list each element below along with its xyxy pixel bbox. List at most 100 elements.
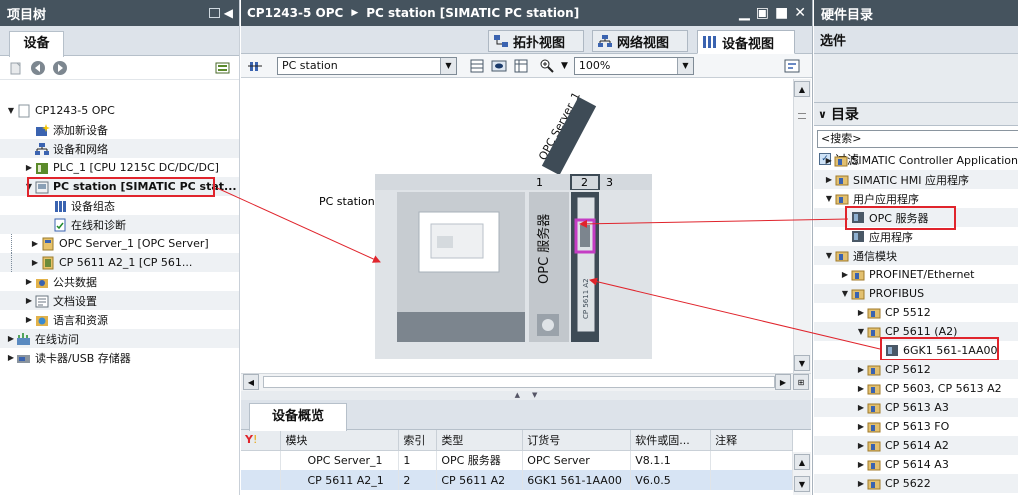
tree-item-plc[interactable]: ▶ PLC_1 [CPU 1215C DC/DC/DC]	[0, 158, 239, 177]
scroll-up-icon[interactable]: ▲	[794, 81, 810, 97]
chevron-down-icon[interactable]: ∨	[818, 108, 827, 121]
export-icon[interactable]	[784, 58, 800, 74]
expand-arrow-icon[interactable]: ▶	[856, 384, 866, 393]
expand-arrow-icon[interactable]: ▶	[24, 277, 34, 286]
grid-settings-icon[interactable]	[469, 58, 485, 74]
expand-arrow-icon[interactable]: ▶	[24, 163, 34, 172]
column-firmware[interactable]: 软件或固...	[630, 430, 712, 451]
tree-item-project[interactable]: ▼ CP1243-5 OPC	[0, 101, 239, 120]
scroll-thumb[interactable]	[263, 376, 775, 388]
scroll-left-icon[interactable]: ◀	[243, 374, 259, 390]
zoom-icon[interactable]	[539, 58, 555, 74]
dropdown-arrow-icon[interactable]: ▼	[440, 57, 456, 74]
expand-arrow-icon[interactable]: ▶	[856, 308, 866, 317]
catalog-item-cp5614a3[interactable]: ▶ CP 5614 A3	[814, 455, 1018, 474]
catalog-item-comm-modules[interactable]: ▼ 通信模块	[814, 246, 1018, 265]
catalog-item-cp5622[interactable]: ▶ CP 5622	[814, 474, 1018, 493]
catalog-search-input[interactable]: <搜索>	[817, 130, 1018, 148]
tree-item-pc-station[interactable]: ▼ PC station [SIMATIC PC stat...	[0, 177, 239, 197]
tree-item-opc-server[interactable]: ▶ OPC Server_1 [OPC Server]	[0, 234, 239, 253]
splitter-down-icon[interactable]: ▼	[532, 391, 537, 400]
expand-arrow-icon[interactable]: ▶	[856, 365, 866, 374]
tree-item-add-device[interactable]: 添加新设备	[0, 120, 239, 139]
tab-network-view[interactable]: 网络视图	[592, 30, 688, 52]
overview-icon[interactable]	[215, 60, 231, 76]
expand-arrow-icon[interactable]: ▶	[6, 353, 16, 362]
tree-item-doc-settings[interactable]: ▶ 文档设置	[0, 291, 239, 310]
tree-item-common-data[interactable]: ▶ 公共数据	[0, 272, 239, 291]
new-item-icon[interactable]	[8, 60, 24, 76]
column-type[interactable]: 类型	[436, 430, 524, 451]
tree-item-cp5611[interactable]: ▶ CP 5611 A2_1 [CP 561...	[0, 253, 239, 272]
collapse-panel-icon[interactable]: ◀	[224, 6, 233, 20]
collapse-arrow-icon[interactable]: ▼	[824, 194, 834, 203]
catalog-section-header[interactable]: ∨ 目录	[814, 102, 1018, 126]
options-section[interactable]: 选件	[814, 26, 1018, 54]
catalog-item-cp5612[interactable]: ▶ CP 5612	[814, 360, 1018, 379]
catalog-item-profinet[interactable]: ▶ PROFINET/Ethernet	[814, 265, 1018, 284]
minimize-icon[interactable]: ▁	[739, 5, 750, 21]
catalog-item-opc-server[interactable]: OPC 服务器	[814, 206, 1018, 230]
opc-server-module[interactable]: OPC 服务器	[529, 192, 569, 342]
tree-item-online-access[interactable]: ▶ 在线访问	[0, 329, 239, 348]
expand-arrow-icon[interactable]: ▶	[30, 239, 40, 248]
maximize-icon[interactable]: ■	[775, 5, 788, 21]
pc-station-image[interactable]	[397, 192, 525, 342]
expand-arrow-icon[interactable]: ▶	[856, 460, 866, 469]
forward-icon[interactable]	[52, 60, 68, 76]
splitter-bar[interactable]: ▲ ▼	[241, 391, 811, 400]
catalog-item-cp5614a2[interactable]: ▶ CP 5614 A2	[814, 436, 1018, 455]
tree-item-devices-networks[interactable]: 设备和网络	[0, 139, 239, 158]
tab-topology-view[interactable]: 拓扑视图	[488, 30, 584, 52]
collapse-arrow-icon[interactable]: ▼	[840, 289, 850, 298]
expand-arrow-icon[interactable]: ▶	[856, 441, 866, 450]
expand-arrow-icon[interactable]: ▶	[6, 334, 16, 343]
scroll-right-icon[interactable]: ▶	[775, 374, 791, 390]
expand-arrow-icon[interactable]: ▶	[24, 315, 34, 324]
tab-device-overview[interactable]: 设备概览	[249, 403, 347, 431]
collapse-arrow-icon[interactable]: ▼	[824, 251, 834, 260]
table-icon[interactable]	[513, 58, 529, 74]
station-icon[interactable]	[247, 58, 263, 74]
horizontal-scrollbar[interactable]: ◀ ▶ ⊞	[241, 373, 811, 391]
catalog-item-cp5613a3[interactable]: ▶ CP 5613 A3	[814, 398, 1018, 417]
back-icon[interactable]	[30, 60, 46, 76]
expand-arrow-icon[interactable]: ▶	[30, 258, 40, 267]
filter-column-icon[interactable]: Y!	[241, 430, 282, 451]
split-view-icon[interactable]	[208, 8, 220, 18]
tree-item-language[interactable]: ▶ 语言和资源	[0, 310, 239, 329]
catalog-item-cp5512[interactable]: ▶ CP 5512	[814, 303, 1018, 322]
expand-arrow-icon[interactable]: ▶	[24, 296, 34, 305]
device-select[interactable]: PC station ▼	[277, 56, 457, 75]
cp5611-card[interactable]: CP 5611 A2	[571, 192, 599, 342]
table-scrollbar[interactable]: ▲ ▼	[793, 452, 811, 495]
zoom-down-icon[interactable]: ▼	[561, 61, 568, 71]
column-comment[interactable]: 注释	[710, 430, 793, 451]
collapse-arrow-icon[interactable]: ▼	[856, 327, 866, 336]
close-icon[interactable]: ✕	[794, 5, 806, 21]
tab-device-view[interactable]: 设备视图	[697, 30, 795, 54]
tree-item-device-config[interactable]: 设备组态	[0, 196, 239, 215]
tab-devices[interactable]: 设备	[9, 31, 64, 57]
splitter-up-icon[interactable]: ▲	[515, 391, 520, 400]
catalog-item-controller-app[interactable]: ▶ SIMATIC Controller Application	[814, 151, 1018, 170]
catalog-item-hmi-app[interactable]: ▶ SIMATIC HMI 应用程序	[814, 170, 1018, 189]
scroll-up-icon[interactable]: ▲	[794, 454, 810, 470]
catalog-item-application[interactable]: 应用程序	[814, 227, 1018, 246]
show-labels-icon[interactable]	[491, 58, 507, 74]
tree-item-card-reader[interactable]: ▶ 读卡器/USB 存储器	[0, 348, 239, 367]
expand-arrow-icon[interactable]: ▶	[856, 422, 866, 431]
expand-arrow-icon[interactable]: ▶	[840, 270, 850, 279]
table-row[interactable]: CP 5611 A2_1 2 CP 5611 A2 6GK1 561-1AA00…	[241, 470, 793, 490]
expand-arrow-icon[interactable]: ▶	[856, 403, 866, 412]
zoom-select[interactable]: 100% ▼	[573, 56, 694, 75]
column-order-number[interactable]: 订货号	[522, 430, 632, 451]
overview-nav-icon[interactable]: ⊞	[793, 374, 809, 390]
catalog-item-cp5613fo[interactable]: ▶ CP 5613 FO	[814, 417, 1018, 436]
scroll-down-icon[interactable]: ▼	[794, 355, 810, 371]
expand-arrow-icon[interactable]: ▶	[824, 175, 834, 184]
column-index[interactable]: 索引	[398, 430, 438, 451]
catalog-item-profibus[interactable]: ▼ PROFIBUS	[814, 284, 1018, 303]
catalog-item-6gk1[interactable]: 6GK1 561-1AA00	[814, 337, 1018, 361]
dropdown-arrow-icon[interactable]: ▼	[676, 57, 693, 74]
